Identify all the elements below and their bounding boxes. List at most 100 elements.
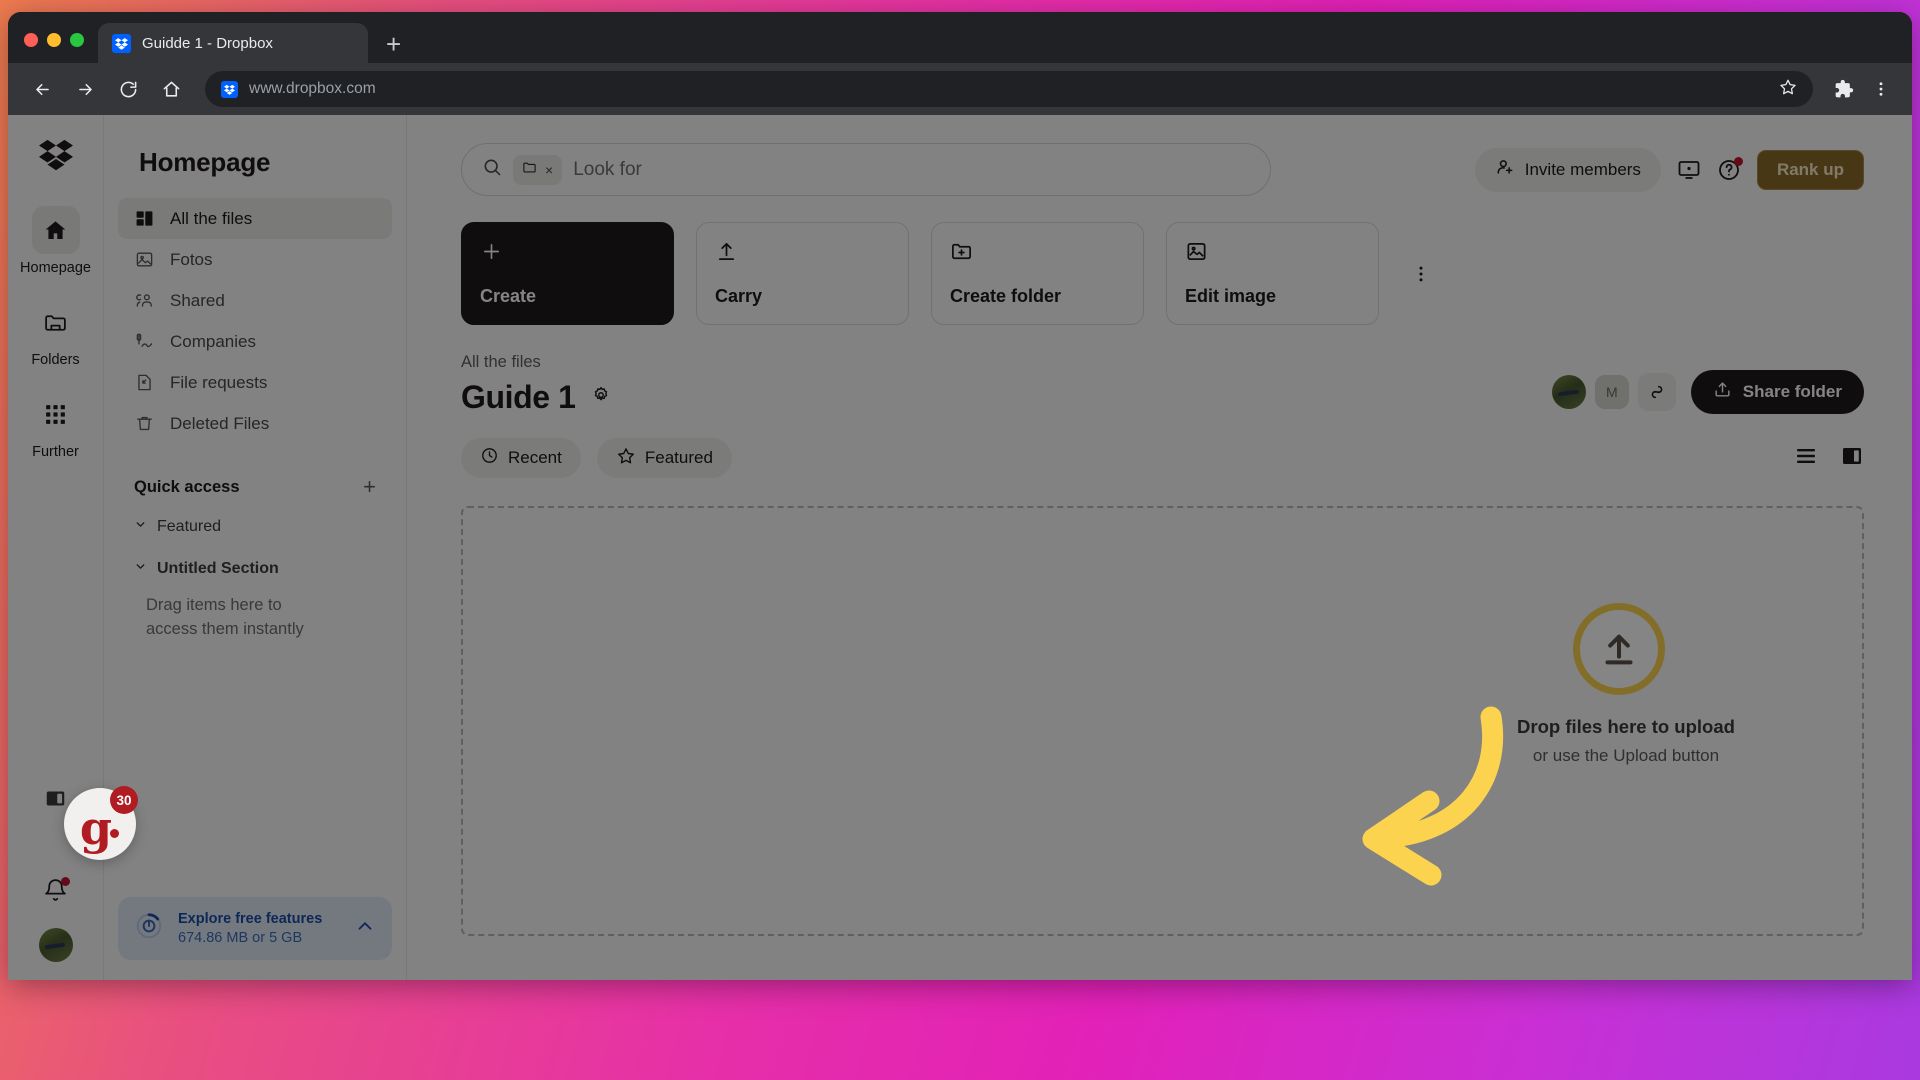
panel-toggle-icon[interactable] <box>45 788 66 814</box>
action-card-edit-image[interactable]: Edit image <box>1166 222 1379 325</box>
gear-icon[interactable] <box>591 385 611 410</box>
image-edit-icon <box>1185 240 1360 268</box>
dropbox-app: Homepage Folders Further Homepage All th… <box>8 115 1912 980</box>
top-bar-actions: Invite members Rank up <box>1474 147 1864 192</box>
rail-label-further: Further <box>32 444 79 460</box>
browser-window: Guidde 1 - Dropbox + www.dropbox.com Hom… <box>8 12 1912 980</box>
star-icon <box>616 446 636 471</box>
reload-icon[interactable] <box>110 71 146 107</box>
home-icon[interactable] <box>153 71 189 107</box>
action-card-create[interactable]: Create <box>461 222 674 325</box>
rail-item-folders[interactable]: Folders <box>31 298 80 368</box>
avatar[interactable] <box>1551 375 1586 409</box>
clear-scope-icon[interactable]: × <box>545 162 553 178</box>
browser-tab-strip: Guidde 1 - Dropbox + <box>8 12 1912 63</box>
quick-access-section-label: Featured <box>157 518 222 535</box>
top-bar: × Look for Invite members Rank up <box>437 115 1882 196</box>
sidebar-item-file-requests[interactable]: File requests <box>118 362 392 403</box>
companies-icon <box>134 332 155 351</box>
action-cards-overflow-menu[interactable] <box>1401 264 1431 284</box>
list-view-icon[interactable] <box>1794 444 1818 473</box>
person-add-icon <box>1495 157 1515 182</box>
quick-access-section-featured[interactable]: Featured <box>118 506 392 548</box>
forward-arrow-icon[interactable] <box>67 71 103 107</box>
desktop-app-icon[interactable] <box>1677 158 1701 182</box>
rank-up-button[interactable]: Rank up <box>1756 149 1864 190</box>
dropbox-logo[interactable] <box>38 137 73 176</box>
share-upload-icon <box>1713 380 1732 404</box>
explore-subtitle: 674.86 MB or 5 GB <box>178 930 303 946</box>
maximize-window-button[interactable] <box>70 33 84 47</box>
rail-label-folders: Folders <box>31 352 80 368</box>
invite-members-button[interactable]: Invite members <box>1474 147 1661 192</box>
files-icon <box>134 209 155 228</box>
explore-title: Explore free features <box>178 911 323 927</box>
guidde-step-count: 30 <box>110 786 138 814</box>
filter-label: Featured <box>644 448 713 467</box>
quick-access-section-untitled[interactable]: Untitled Section <box>118 548 392 590</box>
guidde-badge[interactable]: g 30 <box>64 786 138 860</box>
link-icon[interactable] <box>1637 373 1676 411</box>
star-icon[interactable] <box>1779 78 1797 101</box>
grid-dots-icon <box>32 390 80 438</box>
help-circle-icon[interactable] <box>1717 156 1743 182</box>
search-icon <box>482 157 502 182</box>
explore-free-features-card[interactable]: Explore free features 674.86 MB or 5 GB <box>118 897 392 960</box>
chevron-up-icon[interactable] <box>354 915 376 942</box>
site-favicon-icon <box>221 80 238 98</box>
dropbox-favicon-icon <box>112 33 131 53</box>
invite-members-label: Invite members <box>1524 159 1641 179</box>
action-card-label: Create folder <box>950 286 1062 306</box>
close-window-button[interactable] <box>24 33 38 47</box>
sidebar-label: Shared <box>170 290 225 310</box>
action-card-label: Edit image <box>1185 286 1277 306</box>
rail-label-homepage: Homepage <box>20 260 91 276</box>
quick-access-title: Quick access <box>134 477 240 496</box>
three-dot-menu-icon[interactable] <box>1866 80 1896 98</box>
page-title: Guide 1 <box>461 379 576 415</box>
quick-access-hint: Drag items here to access them instantly <box>146 596 304 638</box>
filter-recent[interactable]: Recent <box>461 438 581 478</box>
action-card-carry[interactable]: Carry <box>696 222 909 325</box>
rail-item-further[interactable]: Further <box>32 390 80 460</box>
action-card-label: Create <box>480 286 537 306</box>
photo-icon <box>134 250 155 269</box>
user-avatar[interactable] <box>38 928 73 962</box>
sidebar-label: All the files <box>170 208 253 228</box>
share-folder-button[interactable]: Share folder <box>1690 370 1864 414</box>
minimize-window-button[interactable] <box>47 33 61 47</box>
search-input[interactable]: × Look for <box>461 143 1271 196</box>
share-folder-label: Share folder <box>1742 382 1842 401</box>
address-bar-url: www.dropbox.com <box>249 80 376 97</box>
folder-header: All the files Guide 1 M Share folder <box>437 325 1882 416</box>
quick-access-section-label: Untitled Section <box>157 560 279 577</box>
rail-item-homepage[interactable]: Homepage <box>20 206 91 276</box>
search-scope-chip[interactable]: × <box>513 154 563 185</box>
puzzle-icon[interactable] <box>1829 79 1859 99</box>
sidebar-item-all-the-files[interactable]: All the files <box>118 198 392 239</box>
home-icon <box>31 206 80 254</box>
notifications-button[interactable] <box>43 877 70 908</box>
sidebar-item-deleted-files[interactable]: Deleted Files <box>118 403 392 444</box>
sidebar-label: Deleted Files <box>170 413 270 433</box>
new-tab-button[interactable]: + <box>386 31 401 57</box>
browser-tab[interactable]: Guidde 1 - Dropbox <box>98 23 368 63</box>
guidde-logo-dot <box>110 829 119 838</box>
quick-access-add-button[interactable]: + <box>363 474 376 500</box>
filter-featured[interactable]: Featured <box>596 438 732 478</box>
back-arrow-icon[interactable] <box>24 71 60 107</box>
address-bar[interactable]: www.dropbox.com <box>205 71 1813 107</box>
sidebar-item-companies[interactable]: Companies <box>118 321 392 362</box>
browser-toolbar: www.dropbox.com <box>8 63 1912 115</box>
avatar[interactable]: M <box>1594 375 1629 409</box>
sidebar-item-shared[interactable]: Shared <box>118 280 392 321</box>
storage-gauge-icon <box>134 911 164 946</box>
split-panel-icon[interactable] <box>1840 444 1864 473</box>
breadcrumb[interactable]: All the files <box>461 353 611 372</box>
window-traffic-lights <box>8 33 84 63</box>
sidebar-item-fotos[interactable]: Fotos <box>118 239 392 280</box>
sidebar-title: Homepage <box>139 147 271 177</box>
folder-plus-icon <box>950 240 1125 268</box>
action-card-create-folder[interactable]: Create folder <box>931 222 1144 325</box>
file-drop-zone[interactable]: Drop files here to upload or use the Upl… <box>461 506 1864 936</box>
